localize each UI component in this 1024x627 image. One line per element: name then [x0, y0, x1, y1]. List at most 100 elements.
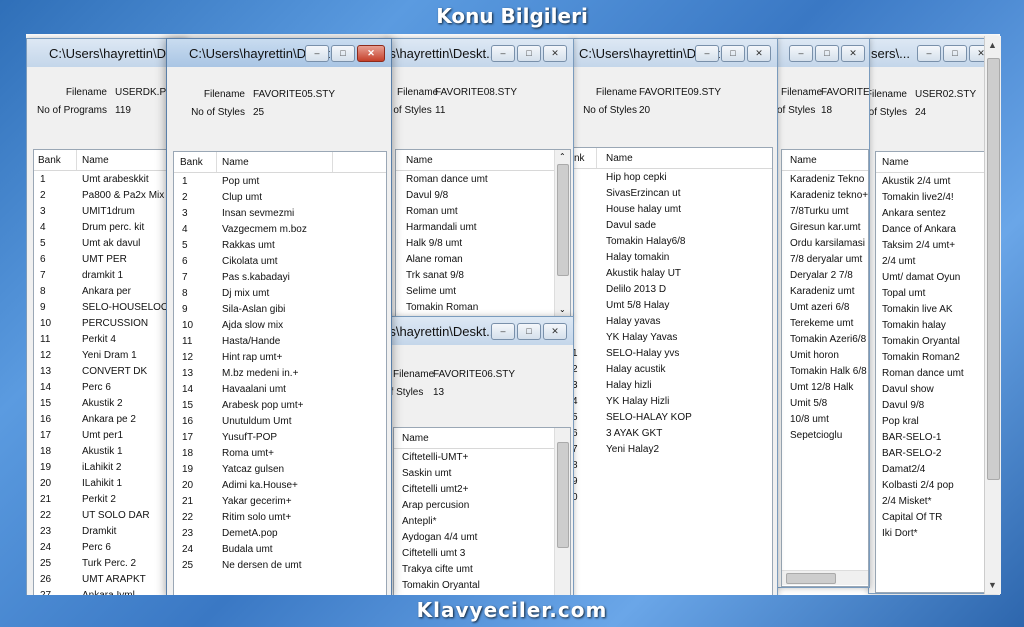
program-list[interactable]: Bank Name 1 Umt arabeskkit 2 Pa800 & Pa2x M…	[33, 149, 187, 595]
list-item[interactable]: 2 Pa800 & Pa2x Mix	[34, 190, 187, 206]
list-item[interactable]: 7 Pas s.kabadayi	[174, 272, 386, 288]
list-item[interactable]: 24 Perc 6	[34, 542, 187, 558]
list-item[interactable]: 24 Budala umt	[174, 544, 386, 560]
list-item[interactable]: Dance of Ankara	[876, 224, 994, 240]
list-item[interactable]: 9 Sila-Aslan gibi	[174, 304, 386, 320]
list-item[interactable]: BAR-SELO-2	[876, 448, 994, 464]
window-favorite08[interactable]: rs\hayrettin\Deskt... – □ ✕ Filename FAV…	[384, 38, 574, 318]
list-item[interactable]: Yeni Halay2	[573, 444, 772, 460]
scroll-up-icon[interactable]: ▲	[988, 40, 997, 50]
style-list[interactable]: Name Akustik 2/4 umt Tomakin live2/4! Anka…	[875, 151, 995, 593]
list-item[interactable]: 17 YusufT-POP	[174, 432, 386, 448]
list-item[interactable]: Selime umt	[396, 286, 570, 302]
horizontal-scrollbar[interactable]	[782, 570, 868, 585]
list-item[interactable]: Roman dance umt	[876, 368, 994, 384]
list-item[interactable]: Umt 5/8 Halay	[573, 300, 772, 316]
list-item[interactable]: 18 Akustik 1	[34, 446, 187, 462]
list-item[interactable]: 7/8 deryalar umt	[782, 254, 868, 270]
window-favorite09[interactable]: C:\Users\hayrettin\Deskt... – □ ✕ Filena…	[572, 38, 778, 595]
maximize-icon[interactable]: □	[721, 45, 745, 62]
list-item[interactable]: 2/4 Misket*	[876, 496, 994, 512]
list-item[interactable]: 10/8 umt	[782, 414, 868, 430]
list-item[interactable]: 20 ILahikit 1	[34, 478, 187, 494]
list-item[interactable]: 2/4 umt	[876, 256, 994, 272]
close-icon[interactable]: ✕	[841, 45, 865, 62]
window-favorite06[interactable]: rs\hayrettin\Deskt... – □ ✕ Filename FAV…	[384, 316, 574, 595]
close-icon[interactable]: ✕	[747, 45, 771, 62]
list-item[interactable]: Kolbasti 2/4 pop	[876, 480, 994, 496]
list-item[interactable]: Halay acustik	[573, 364, 772, 380]
list-item[interactable]: Tomakin Halay6/8	[573, 236, 772, 252]
list-item[interactable]: Tomakin Azeri6/8	[782, 334, 868, 350]
maximize-icon[interactable]: □	[517, 323, 541, 340]
title-bar[interactable]: rs\hayrettin\Deskt... – □ ✕	[385, 317, 573, 345]
style-list[interactable]: Bank Name 1 Pop umt 2 Clup umt 3 Insan sevmez…	[173, 151, 387, 595]
list-item[interactable]: 13 CONVERT DK	[34, 366, 187, 382]
close-icon[interactable]: ✕	[357, 45, 385, 62]
list-item[interactable]: Harmandali umt	[396, 222, 570, 238]
list-item[interactable]: SELO-Halay yvs	[573, 348, 772, 364]
close-icon[interactable]: ✕	[543, 323, 567, 340]
list-item[interactable]: 14 Havaalani umt	[174, 384, 386, 400]
list-item[interactable]: Umit horon	[782, 350, 868, 366]
title-bar[interactable]: C:\Users\hayrettin\Deskt... – □ ✕	[167, 39, 391, 67]
list-item[interactable]: 17 Umt per1	[34, 430, 187, 446]
list-item[interactable]: 21 Perkit 2	[34, 494, 187, 510]
list-item[interactable]: 13 M.bz medeni in.+	[174, 368, 386, 384]
list-item[interactable]: Aydogan 4/4 umt	[394, 532, 570, 548]
list-item[interactable]: Capital Of TR	[876, 512, 994, 528]
minimize-icon[interactable]: –	[695, 45, 719, 62]
list-item[interactable]: 18 Roma umt+	[174, 448, 386, 464]
scroll-thumb[interactable]	[987, 58, 1000, 480]
list-item[interactable]: Trakya cifte umt	[394, 564, 570, 580]
list-item[interactable]: Halay tomakin	[573, 252, 772, 268]
list-item[interactable]: YK Halay Hizli	[573, 396, 772, 412]
list-item[interactable]: 19 iLahikit 2	[34, 462, 187, 478]
list-item[interactable]: 19 Yatcaz gulsen	[174, 464, 386, 480]
list-item[interactable]: Alane roman	[396, 254, 570, 270]
list-item[interactable]: 11 Hasta/Hande	[174, 336, 386, 352]
list-item[interactable]: Ciftetelli umt 3	[394, 548, 570, 564]
list-item[interactable]: Saskin umt	[394, 468, 570, 484]
list-item[interactable]: Halay hizli	[573, 380, 772, 396]
list-item[interactable]: Antepli*	[394, 516, 570, 532]
list-item[interactable]: Tomakin Oryantal	[876, 336, 994, 352]
list-item[interactable]: Hip hop cepki	[573, 172, 772, 188]
list-item[interactable]: Halay yavas	[573, 316, 772, 332]
list-item[interactable]: 15 Arabesk pop umt+	[174, 400, 386, 416]
list-item[interactable]: Ordu karsilamasi	[782, 238, 868, 254]
list-item[interactable]: Trk sanat 9/8	[396, 270, 570, 286]
maximize-icon[interactable]: □	[331, 45, 355, 62]
close-icon[interactable]: ✕	[543, 45, 567, 62]
list-item[interactable]: 22 Ritim solo umt+	[174, 512, 386, 528]
list-item[interactable]: 7 dramkit 1	[34, 270, 187, 286]
list-item[interactable]: 23 Dramkit	[34, 526, 187, 542]
list-item[interactable]: 8 Ankara per	[34, 286, 187, 302]
list-item[interactable]: Damat2/4	[876, 464, 994, 480]
list-item[interactable]: Ciftetelli-UMT+	[394, 452, 570, 468]
list-item[interactable]: 27 Ankara Iyml	[34, 590, 187, 595]
list-item[interactable]: Taksim 2/4 umt+	[876, 240, 994, 256]
list-item[interactable]: 3 UMIT1drum	[34, 206, 187, 222]
list-item[interactable]: Tomakin live2/4!	[876, 192, 994, 208]
list-item[interactable]: Ankara sentez	[876, 208, 994, 224]
style-list[interactable]: Name Karadeniz Tekno Karadeniz tekno+ 7/8T…	[781, 149, 869, 587]
list-item[interactable]: 5 Rakkas umt	[174, 240, 386, 256]
list-item[interactable]: Sepetcioglu	[782, 430, 868, 446]
list-item[interactable]: 1 Pop umt	[174, 176, 386, 192]
list-item[interactable]: 10 Ajda slow mix	[174, 320, 386, 336]
list-item[interactable]: Akustik 2/4 umt	[876, 176, 994, 192]
list-item[interactable]: 25 Ne dersen de umt	[174, 560, 386, 576]
list-item[interactable]: Tomakin Oryantal	[394, 580, 570, 595]
list-item[interactable]: Davul sade	[573, 220, 772, 236]
list-item[interactable]: Umt 12/8 Halk	[782, 382, 868, 398]
list-item[interactable]: Deryalar 2 7/8	[782, 270, 868, 286]
list-item[interactable]: SivasErzincan ut	[573, 188, 772, 204]
list-item[interactable]: 12 Yeni Dram 1	[34, 350, 187, 366]
list-item[interactable]: Giresun kar.umt	[782, 222, 868, 238]
list-item[interactable]: 10 PERCUSSION	[34, 318, 187, 334]
style-list[interactable]: Name ⌃ ⌄ Roman dance umt Davul 9/8 Roman u…	[395, 149, 571, 317]
list-item[interactable]: 15 Akustik 2	[34, 398, 187, 414]
list-item[interactable]: 3 Insan sevmezmi	[174, 208, 386, 224]
list-item[interactable]: 6 Cikolata umt	[174, 256, 386, 272]
